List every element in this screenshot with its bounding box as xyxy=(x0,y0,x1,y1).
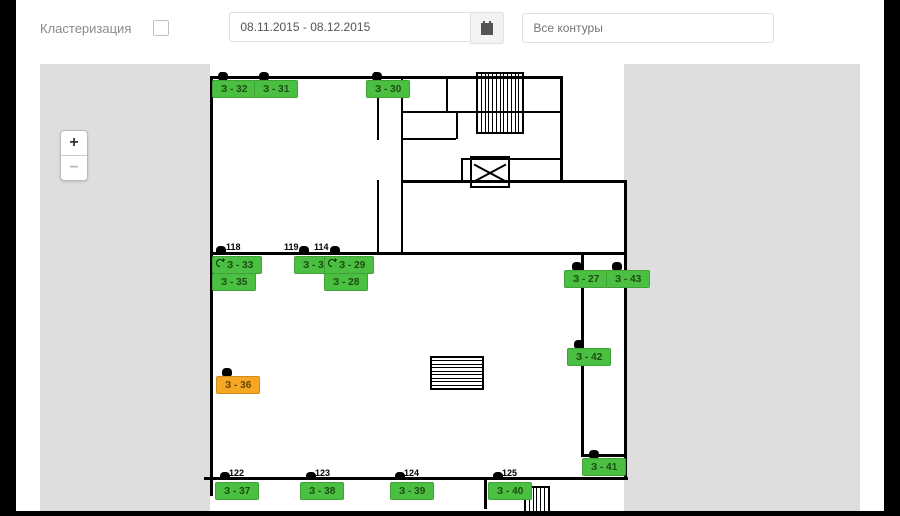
loop-icon xyxy=(327,258,337,268)
zone-chip-label: З - 33 xyxy=(227,260,253,271)
zone-chip[interactable]: З - 37 xyxy=(215,482,259,500)
letterbox-left xyxy=(0,0,16,511)
zone-chip[interactable]: З - 42 xyxy=(567,348,611,366)
zone-chip[interactable]: З - 36 xyxy=(216,376,260,394)
zone-chip[interactable]: З - 40 xyxy=(488,482,532,500)
zone-chip[interactable]: З - 32 xyxy=(212,80,256,98)
contour-group xyxy=(522,13,774,43)
zone-chip[interactable]: З - 27 xyxy=(564,270,608,288)
loop-icon xyxy=(215,258,225,268)
camera-label: 122 xyxy=(229,468,244,478)
vent-grate xyxy=(430,356,484,390)
date-range-group xyxy=(229,12,504,44)
zone-chip[interactable]: З - 28 xyxy=(324,273,368,291)
zone-chip[interactable]: З - 41 xyxy=(582,458,626,476)
map-canvas[interactable]: + − xyxy=(16,58,884,511)
cluster-checkbox[interactable] xyxy=(153,20,169,36)
zone-chip[interactable]: З - 35 xyxy=(212,273,256,291)
camera-label: 114 xyxy=(314,242,329,252)
zone-chip[interactable]: З - 33 xyxy=(212,256,262,274)
cluster-label: Кластеризация xyxy=(40,21,131,36)
camera-icon xyxy=(611,258,623,270)
camera-icon xyxy=(588,446,600,458)
contour-input[interactable] xyxy=(522,13,774,43)
calendar-icon xyxy=(480,21,494,35)
toolbar: Кластеризация xyxy=(16,6,884,50)
camera-label: 123 xyxy=(315,468,330,478)
camera-icon xyxy=(221,364,233,376)
camera-icon xyxy=(371,68,383,80)
zone-chip[interactable]: З - 39 xyxy=(390,482,434,500)
zone-chip[interactable]: З - 31 xyxy=(254,80,298,98)
camera-label: 119 xyxy=(284,242,299,252)
calendar-button[interactable] xyxy=(470,12,504,44)
camera-icon xyxy=(573,336,585,348)
camera-icon xyxy=(217,68,229,80)
zone-chip[interactable]: З - 38 xyxy=(300,482,344,500)
zone-chip[interactable]: З - 30 xyxy=(366,80,410,98)
camera-icon xyxy=(329,242,341,254)
letterbox-right xyxy=(884,0,900,511)
zone-chip[interactable]: З - 29 xyxy=(324,256,374,274)
date-range-input[interactable] xyxy=(229,12,470,42)
elevator-icon xyxy=(470,156,510,188)
zone-chip[interactable]: З - 43 xyxy=(606,270,650,288)
camera-label: 118 xyxy=(226,242,241,252)
camera-icon xyxy=(298,242,310,254)
camera-label: 124 xyxy=(404,468,419,478)
camera-icon xyxy=(258,68,270,80)
zone-chip-label: З - 29 xyxy=(339,260,365,271)
camera-icon xyxy=(571,258,583,270)
floor-plan: 118 119 114 122 123 124 125 З - 32 З - 3… xyxy=(16,58,884,511)
stair-grate-1 xyxy=(476,72,524,134)
camera-label: 125 xyxy=(502,468,517,478)
app-frame: Кластеризация + − xyxy=(0,0,900,511)
